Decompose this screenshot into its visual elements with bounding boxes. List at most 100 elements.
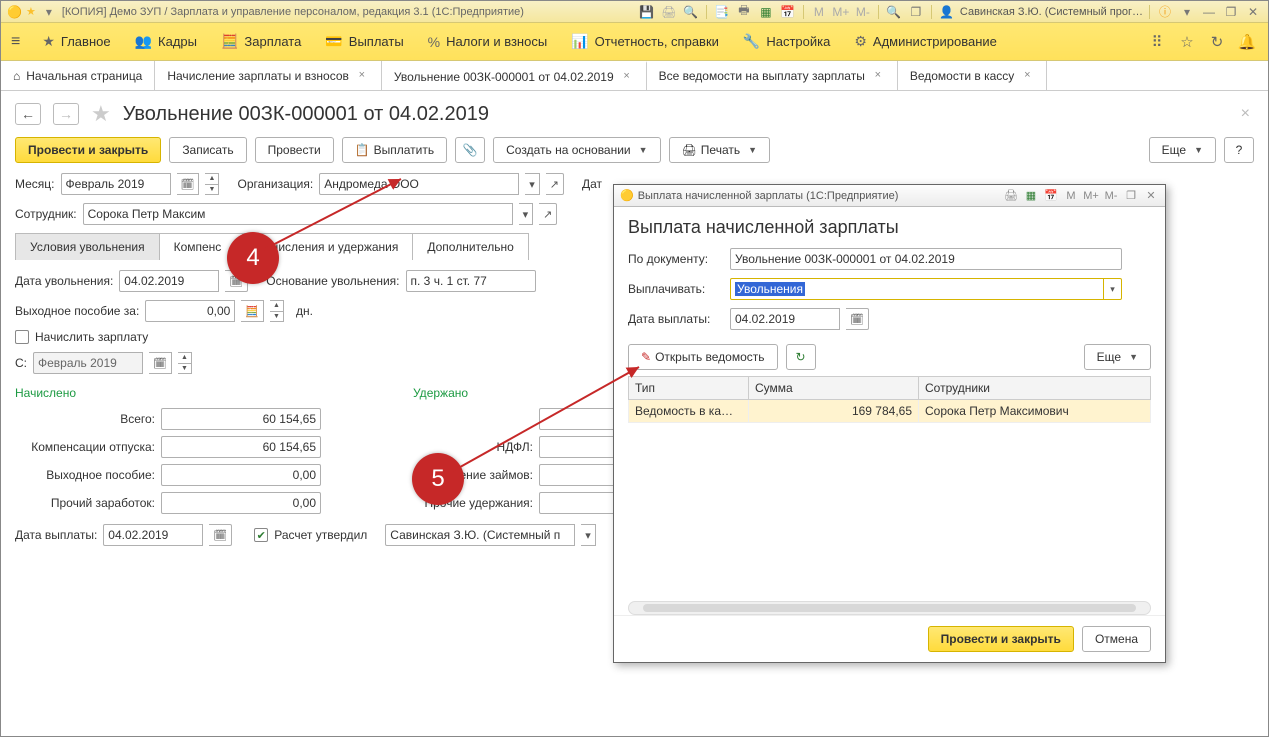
chevron-up-icon[interactable]: ▲ xyxy=(178,353,191,364)
user-name[interactable]: Савинская З.Ю. (Системный прог… xyxy=(960,6,1143,18)
tab-home[interactable]: ⌂Начальная страница xyxy=(1,61,155,90)
calendar-icon[interactable]: 📅 xyxy=(779,3,797,21)
nav-payouts[interactable]: 💳Выплаты xyxy=(315,29,413,54)
org-open-button[interactable]: ↗ xyxy=(546,173,564,195)
restore-icon[interactable]: ❐ xyxy=(1123,188,1139,204)
page-close-icon[interactable]: × xyxy=(1241,105,1254,123)
by-doc-input[interactable]: Увольнение 00ЗК-000001 от 04.02.2019 xyxy=(730,248,1122,270)
modal-pay-date-calendar-button[interactable]: 🗓 xyxy=(846,308,869,330)
pay-type-combo[interactable]: Увольнения xyxy=(730,278,1104,300)
compare-icon[interactable]: 📑 xyxy=(713,3,731,21)
fav-star-icon[interactable]: ★ xyxy=(26,5,36,18)
org-dropdown-button[interactable]: ▾ xyxy=(525,173,540,195)
apps-icon[interactable]: ⠿ xyxy=(1146,31,1168,53)
severance-value[interactable]: 0,00 xyxy=(161,464,321,486)
col-employees[interactable]: Сотрудники xyxy=(919,377,1151,400)
star-toolbar-icon[interactable]: ☆ xyxy=(1176,31,1198,53)
bell-icon[interactable]: 🔔 xyxy=(1236,31,1258,53)
other-earn-value[interactable]: 0,00 xyxy=(161,492,321,514)
org-input[interactable]: Андромеда ООО xyxy=(319,173,519,195)
severance-days-input[interactable]: 0,00 xyxy=(145,300,235,322)
zoom-icon[interactable]: 🔍 xyxy=(885,3,903,21)
tab-accrual[interactable]: Начисление зарплаты и взносов× xyxy=(155,61,382,90)
chevron-down-icon[interactable]: ▼ xyxy=(205,185,218,195)
nav-reports[interactable]: 📊Отчетность, справки xyxy=(561,29,729,54)
table-icon[interactable]: ▦ xyxy=(1023,188,1039,204)
printer-icon[interactable]: 🖶 xyxy=(735,3,753,21)
close-icon[interactable]: ✕ xyxy=(1143,188,1159,204)
info-icon[interactable]: ⓘ xyxy=(1156,3,1174,21)
windows-icon[interactable]: ❐ xyxy=(907,3,925,21)
burger-icon[interactable]: ≡ xyxy=(11,33,20,51)
modal-h-scrollbar[interactable] xyxy=(628,601,1151,615)
back-button[interactable]: ← xyxy=(15,103,41,125)
modal-pay-date-input[interactable]: 04.02.2019 xyxy=(730,308,840,330)
tab-close-icon[interactable]: × xyxy=(620,70,634,84)
memory-mminus-icon[interactable]: M- xyxy=(1103,188,1119,204)
modal-cancel-button[interactable]: Отмена xyxy=(1082,626,1151,652)
more-button[interactable]: Еще▼ xyxy=(1149,137,1216,163)
chevron-up-icon[interactable]: ▲ xyxy=(205,174,218,185)
close-icon[interactable]: ✕ xyxy=(1244,3,1262,21)
minimize-icon[interactable]: — xyxy=(1200,3,1218,21)
approved-checkbox[interactable]: ✔ xyxy=(254,528,268,542)
forward-button[interactable]: → xyxy=(53,103,79,125)
nav-salary[interactable]: 🧮Зарплата xyxy=(211,29,311,54)
nav-admin[interactable]: ⚙Администрирование xyxy=(844,29,1007,54)
memory-mplus-icon[interactable]: M+ xyxy=(832,3,850,21)
dropdown-icon[interactable]: ▾ xyxy=(40,3,58,21)
calendar-icon[interactable]: 📅 xyxy=(1043,188,1059,204)
nav-main[interactable]: ★Главное xyxy=(32,29,120,54)
favorite-toggle-icon[interactable]: ★ xyxy=(91,101,111,127)
month-calendar-button[interactable]: 🗓 xyxy=(177,173,200,195)
subtab-conditions[interactable]: Условия увольнения xyxy=(15,233,160,260)
tab-all-payroll-sheets[interactable]: Все ведомости на выплату зарплаты× xyxy=(647,61,898,90)
month-input[interactable]: Февраль 2019 xyxy=(61,173,171,195)
table-row[interactable]: Ведомость в ка… 169 784,65 Сорока Петр М… xyxy=(629,400,1151,423)
severance-spinner[interactable]: ▲▼ xyxy=(270,300,284,322)
print-button[interactable]: 🖨Печать▼ xyxy=(669,137,770,163)
employee-input[interactable]: Сорока Петр Максим xyxy=(83,203,513,225)
attachment-button[interactable]: 📎 xyxy=(455,137,485,163)
refresh-button[interactable]: ↻ xyxy=(786,344,816,370)
memory-m-icon[interactable]: M xyxy=(1063,188,1079,204)
post-button[interactable]: Провести xyxy=(255,137,334,163)
c-month-spinner[interactable]: ▲▼ xyxy=(178,352,192,374)
employee-open-button[interactable]: ↗ xyxy=(539,203,557,225)
memory-mplus-icon[interactable]: M+ xyxy=(1083,188,1099,204)
fire-date-input[interactable]: 04.02.2019 xyxy=(119,270,219,292)
save-button[interactable]: Записать xyxy=(169,137,246,163)
tab-close-icon[interactable]: × xyxy=(1020,69,1034,83)
subtab-additional[interactable]: Дополнительно xyxy=(412,233,528,260)
preview-icon[interactable]: 🔍 xyxy=(682,3,700,21)
chevron-down-icon[interactable]: ▼ xyxy=(178,364,191,374)
c-month-calendar-button[interactable]: 🗓 xyxy=(149,352,172,374)
save-icon[interactable]: 💾 xyxy=(638,3,656,21)
nav-setup[interactable]: 🔧Настройка xyxy=(733,29,840,54)
calc-salary-checkbox[interactable] xyxy=(15,330,29,344)
tab-close-icon[interactable]: × xyxy=(871,69,885,83)
vac-comp-value[interactable]: 60 154,65 xyxy=(161,436,321,458)
month-spinner[interactable]: ▲▼ xyxy=(205,173,219,195)
nav-staff[interactable]: 👥Кадры xyxy=(125,29,207,54)
print-icon[interactable]: 🖨 xyxy=(660,3,678,21)
memory-mminus-icon[interactable]: M- xyxy=(854,3,872,21)
chevron-down-icon[interactable]: ▼ xyxy=(270,312,283,322)
scrollbar-thumb[interactable] xyxy=(643,604,1136,612)
memory-m-icon[interactable]: M xyxy=(810,3,828,21)
table-icon[interactable]: ▦ xyxy=(757,3,775,21)
nav-taxes[interactable]: %Налоги и взносы xyxy=(418,30,558,54)
col-type[interactable]: Тип xyxy=(629,377,749,400)
info-dropdown-icon[interactable]: ▾ xyxy=(1178,3,1196,21)
total-accrued-value[interactable]: 60 154,65 xyxy=(161,408,321,430)
tab-close-icon[interactable]: × xyxy=(355,69,369,83)
pay-date-calendar-button[interactable]: 🗓 xyxy=(209,524,232,546)
pay-date-input[interactable]: 04.02.2019 xyxy=(103,524,203,546)
modal-post-close-button[interactable]: Провести и закрыть xyxy=(928,626,1074,652)
employee-dropdown-button[interactable]: ▾ xyxy=(519,203,534,225)
history-icon[interactable]: ↻ xyxy=(1206,31,1228,53)
pay-type-dropdown-button[interactable]: ▾ xyxy=(1104,278,1122,300)
approver-dropdown-button[interactable]: ▾ xyxy=(581,524,596,546)
modal-more-button[interactable]: Еще▼ xyxy=(1084,344,1151,370)
fire-basis-input[interactable]: п. 3 ч. 1 ст. 77 xyxy=(406,270,536,292)
